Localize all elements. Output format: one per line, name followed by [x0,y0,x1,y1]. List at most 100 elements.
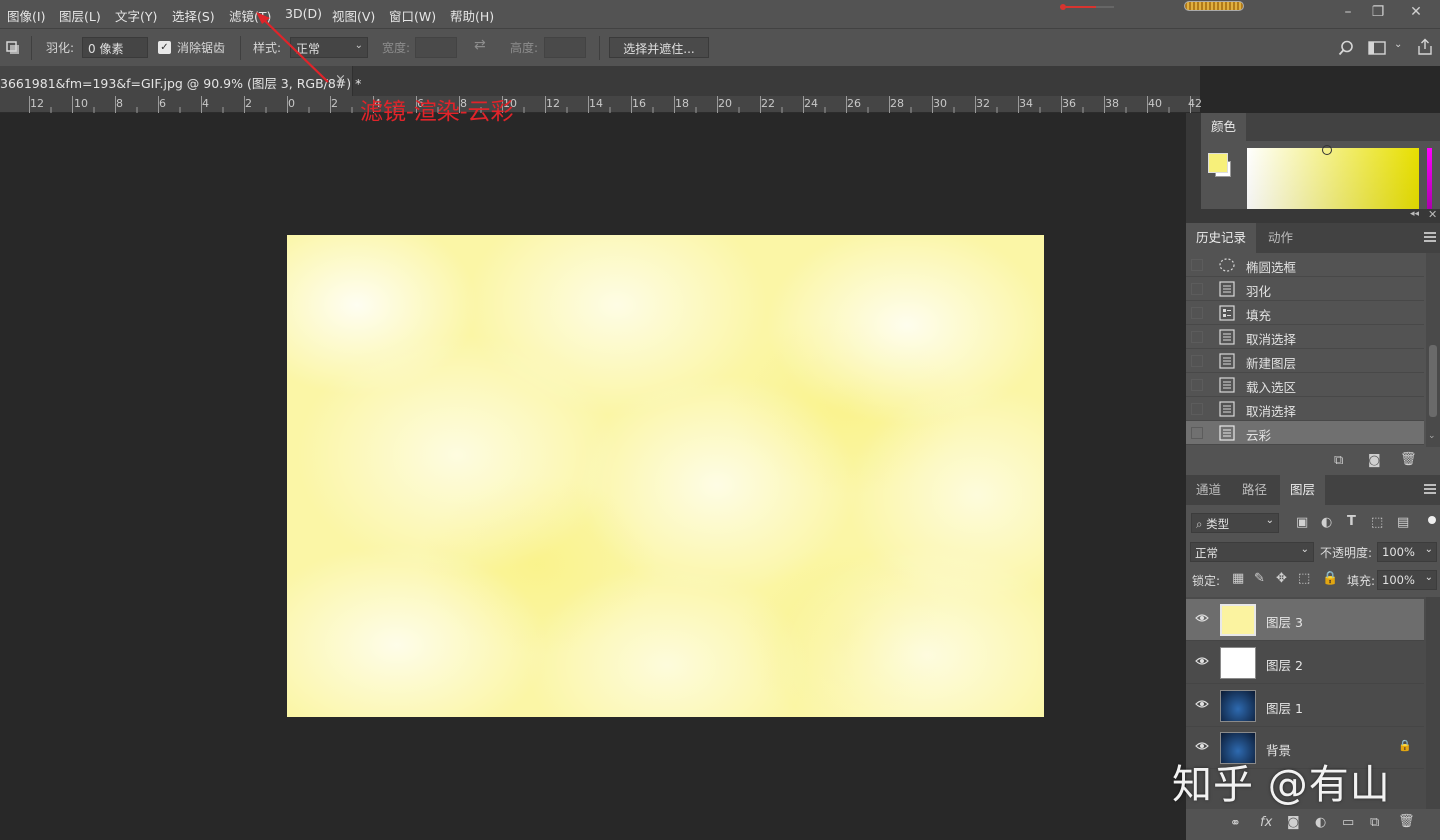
pixel-filter-icon[interactable]: ▣ [1296,515,1308,530]
layer-filter-select[interactable]: ⌕ 类型 ⌄ [1191,513,1279,533]
adjustment-layer-icon[interactable]: ◐ [1315,815,1326,830]
chevron-down-icon[interactable]: ⌄ [1394,39,1402,50]
layer-row[interactable]: 图层 1 [1186,685,1424,727]
visibility-eye-icon[interactable] [1195,613,1209,625]
progress-slider [1060,4,1114,10]
select-and-mask-button[interactable]: 选择并遮住... [609,37,709,58]
adjustment-filter-icon[interactable]: ◐ [1321,515,1332,530]
panel-menu-icon[interactable] [1424,232,1436,242]
history-scrollbar[interactable]: ⌄ [1426,253,1440,447]
layer-filter-value: 类型 [1206,517,1230,531]
restore-button[interactable]: ❐ [1366,2,1390,22]
lock-transparent-icon[interactable]: ▦ [1232,571,1244,586]
fx-icon[interactable]: fx [1260,815,1272,830]
feather-input[interactable]: 0 像素 [82,37,148,58]
history-item[interactable]: 椭圆选框 [1186,253,1424,277]
filter-toggle[interactable] [1428,516,1436,524]
document-canvas[interactable] [287,235,1044,717]
width-input[interactable] [415,37,457,58]
layer-thumbnail[interactable] [1220,604,1256,636]
ruler-tick: 12 [30,97,44,110]
lock-all-icon[interactable]: 🔒 [1322,571,1338,586]
history-source-checkbox[interactable] [1191,259,1203,271]
history-source-checkbox[interactable] [1191,283,1203,295]
scroll-down-icon[interactable]: ⌄ [1428,431,1436,441]
menu-layer[interactable]: 图层(L) [59,6,101,25]
tab-layers[interactable]: 图层 [1280,475,1326,505]
right-panel-dock: 颜色 ◂◂ ✕ 历史记录 动作 椭圆选框 羽化 填充 取消选择 新建图层 载入选… [1186,113,1440,840]
feather-label: 羽化: [46,41,75,55]
history-doc-icon [1218,353,1236,369]
layer-row[interactable]: 图层 2 [1186,642,1424,684]
history-item[interactable]: 取消选择 [1186,325,1424,349]
tab-actions[interactable]: 动作 [1258,223,1303,253]
menu-window[interactable]: 窗口(W) [389,6,436,25]
selection-mode-icon[interactable] [6,41,20,55]
history-item-selected[interactable]: 云彩 [1186,421,1424,445]
type-filter-icon[interactable]: T [1347,514,1356,529]
color-picker-handle[interactable] [1322,145,1332,155]
layer-row-selected[interactable]: 图层 3 [1186,599,1424,641]
trash-icon[interactable]: 🗑 [1398,814,1415,829]
history-source-checkbox[interactable] [1191,403,1203,415]
history-source-checkbox[interactable] [1191,379,1203,391]
close-window-button[interactable]: ✕ [1404,2,1428,22]
layer-thumbnail[interactable] [1220,647,1256,679]
workspace-icon[interactable] [1368,41,1386,55]
menu-help[interactable]: 帮助(H) [450,6,494,25]
opacity-input[interactable]: 100% ⌄ [1377,542,1437,562]
visibility-eye-icon[interactable] [1195,656,1209,668]
height-input[interactable] [544,37,586,58]
shape-filter-icon[interactable]: ⬚ [1371,515,1383,530]
layer-thumbnail[interactable] [1220,690,1256,722]
menu-image[interactable]: 图像(I) [7,6,45,25]
close-icon[interactable]: ✕ [1428,208,1437,221]
collapse-icon[interactable]: ◂◂ [1410,209,1419,219]
blend-mode-select[interactable]: 正常 ⌄ [1190,542,1314,562]
layers-scrollbar[interactable] [1426,597,1440,809]
layers-footer: ⚭ fx ◙ ◐ ▭ ⧉ 🗑 [1186,811,1440,840]
visibility-eye-icon[interactable] [1195,699,1209,711]
layer-name[interactable]: 图层 2 [1266,655,1303,674]
history-item[interactable]: 载入选区 [1186,373,1424,397]
tab-paths[interactable]: 路径 [1232,475,1277,505]
menu-select[interactable]: 选择(S) [172,6,215,25]
foreground-swatch[interactable] [1208,153,1228,173]
hue-slider[interactable] [1427,148,1432,211]
new-document-from-state-icon[interactable]: ⧉ [1334,453,1343,468]
panel-menu-icon[interactable] [1424,484,1436,494]
scrollbar-thumb[interactable] [1429,345,1437,417]
new-group-folder-icon[interactable]: ▭ [1342,815,1354,830]
add-mask-icon[interactable]: ◙ [1287,815,1300,830]
lock-position-icon[interactable]: ✥ [1276,571,1287,586]
minimize-button[interactable]: – [1336,2,1360,22]
history-source-checkbox[interactable] [1191,331,1203,343]
history-source-checkbox[interactable] [1191,355,1203,367]
tab-history[interactable]: 历史记录 [1186,223,1257,253]
tab-channels[interactable]: 通道 [1186,475,1231,505]
history-source-checkbox[interactable] [1191,427,1203,439]
search-icon[interactable] [1338,40,1354,56]
snapshot-camera-icon[interactable]: ◙ [1368,453,1381,468]
lock-pixels-icon[interactable]: ✎ [1254,571,1265,586]
fill-value: 100% [1382,573,1415,587]
new-layer-icon[interactable]: ⧉ [1370,815,1379,830]
menu-type[interactable]: 文字(Y) [115,6,157,25]
history-item[interactable]: 新建图层 [1186,349,1424,373]
history-item[interactable]: 羽化 [1186,277,1424,301]
tab-color[interactable]: 颜色 [1201,113,1247,141]
layer-name[interactable]: 图层 1 [1266,698,1303,717]
color-field[interactable] [1247,145,1419,211]
history-item[interactable]: 取消选择 [1186,397,1424,421]
link-layers-icon[interactable]: ⚭ [1230,816,1241,831]
antialias-checkbox[interactable]: ✓ [158,41,171,54]
fill-input[interactable]: 100% ⌄ [1377,570,1437,590]
layer-name[interactable]: 图层 3 [1266,612,1303,631]
smart-object-filter-icon[interactable]: ▤ [1397,515,1409,530]
swap-icon[interactable]: ⇄ [474,37,486,53]
share-icon[interactable] [1416,38,1434,56]
lock-artboard-icon[interactable]: ⬚ [1298,571,1310,586]
trash-icon[interactable]: 🗑 [1400,452,1417,467]
history-item[interactable]: 填充 [1186,301,1424,325]
history-source-checkbox[interactable] [1191,307,1203,319]
